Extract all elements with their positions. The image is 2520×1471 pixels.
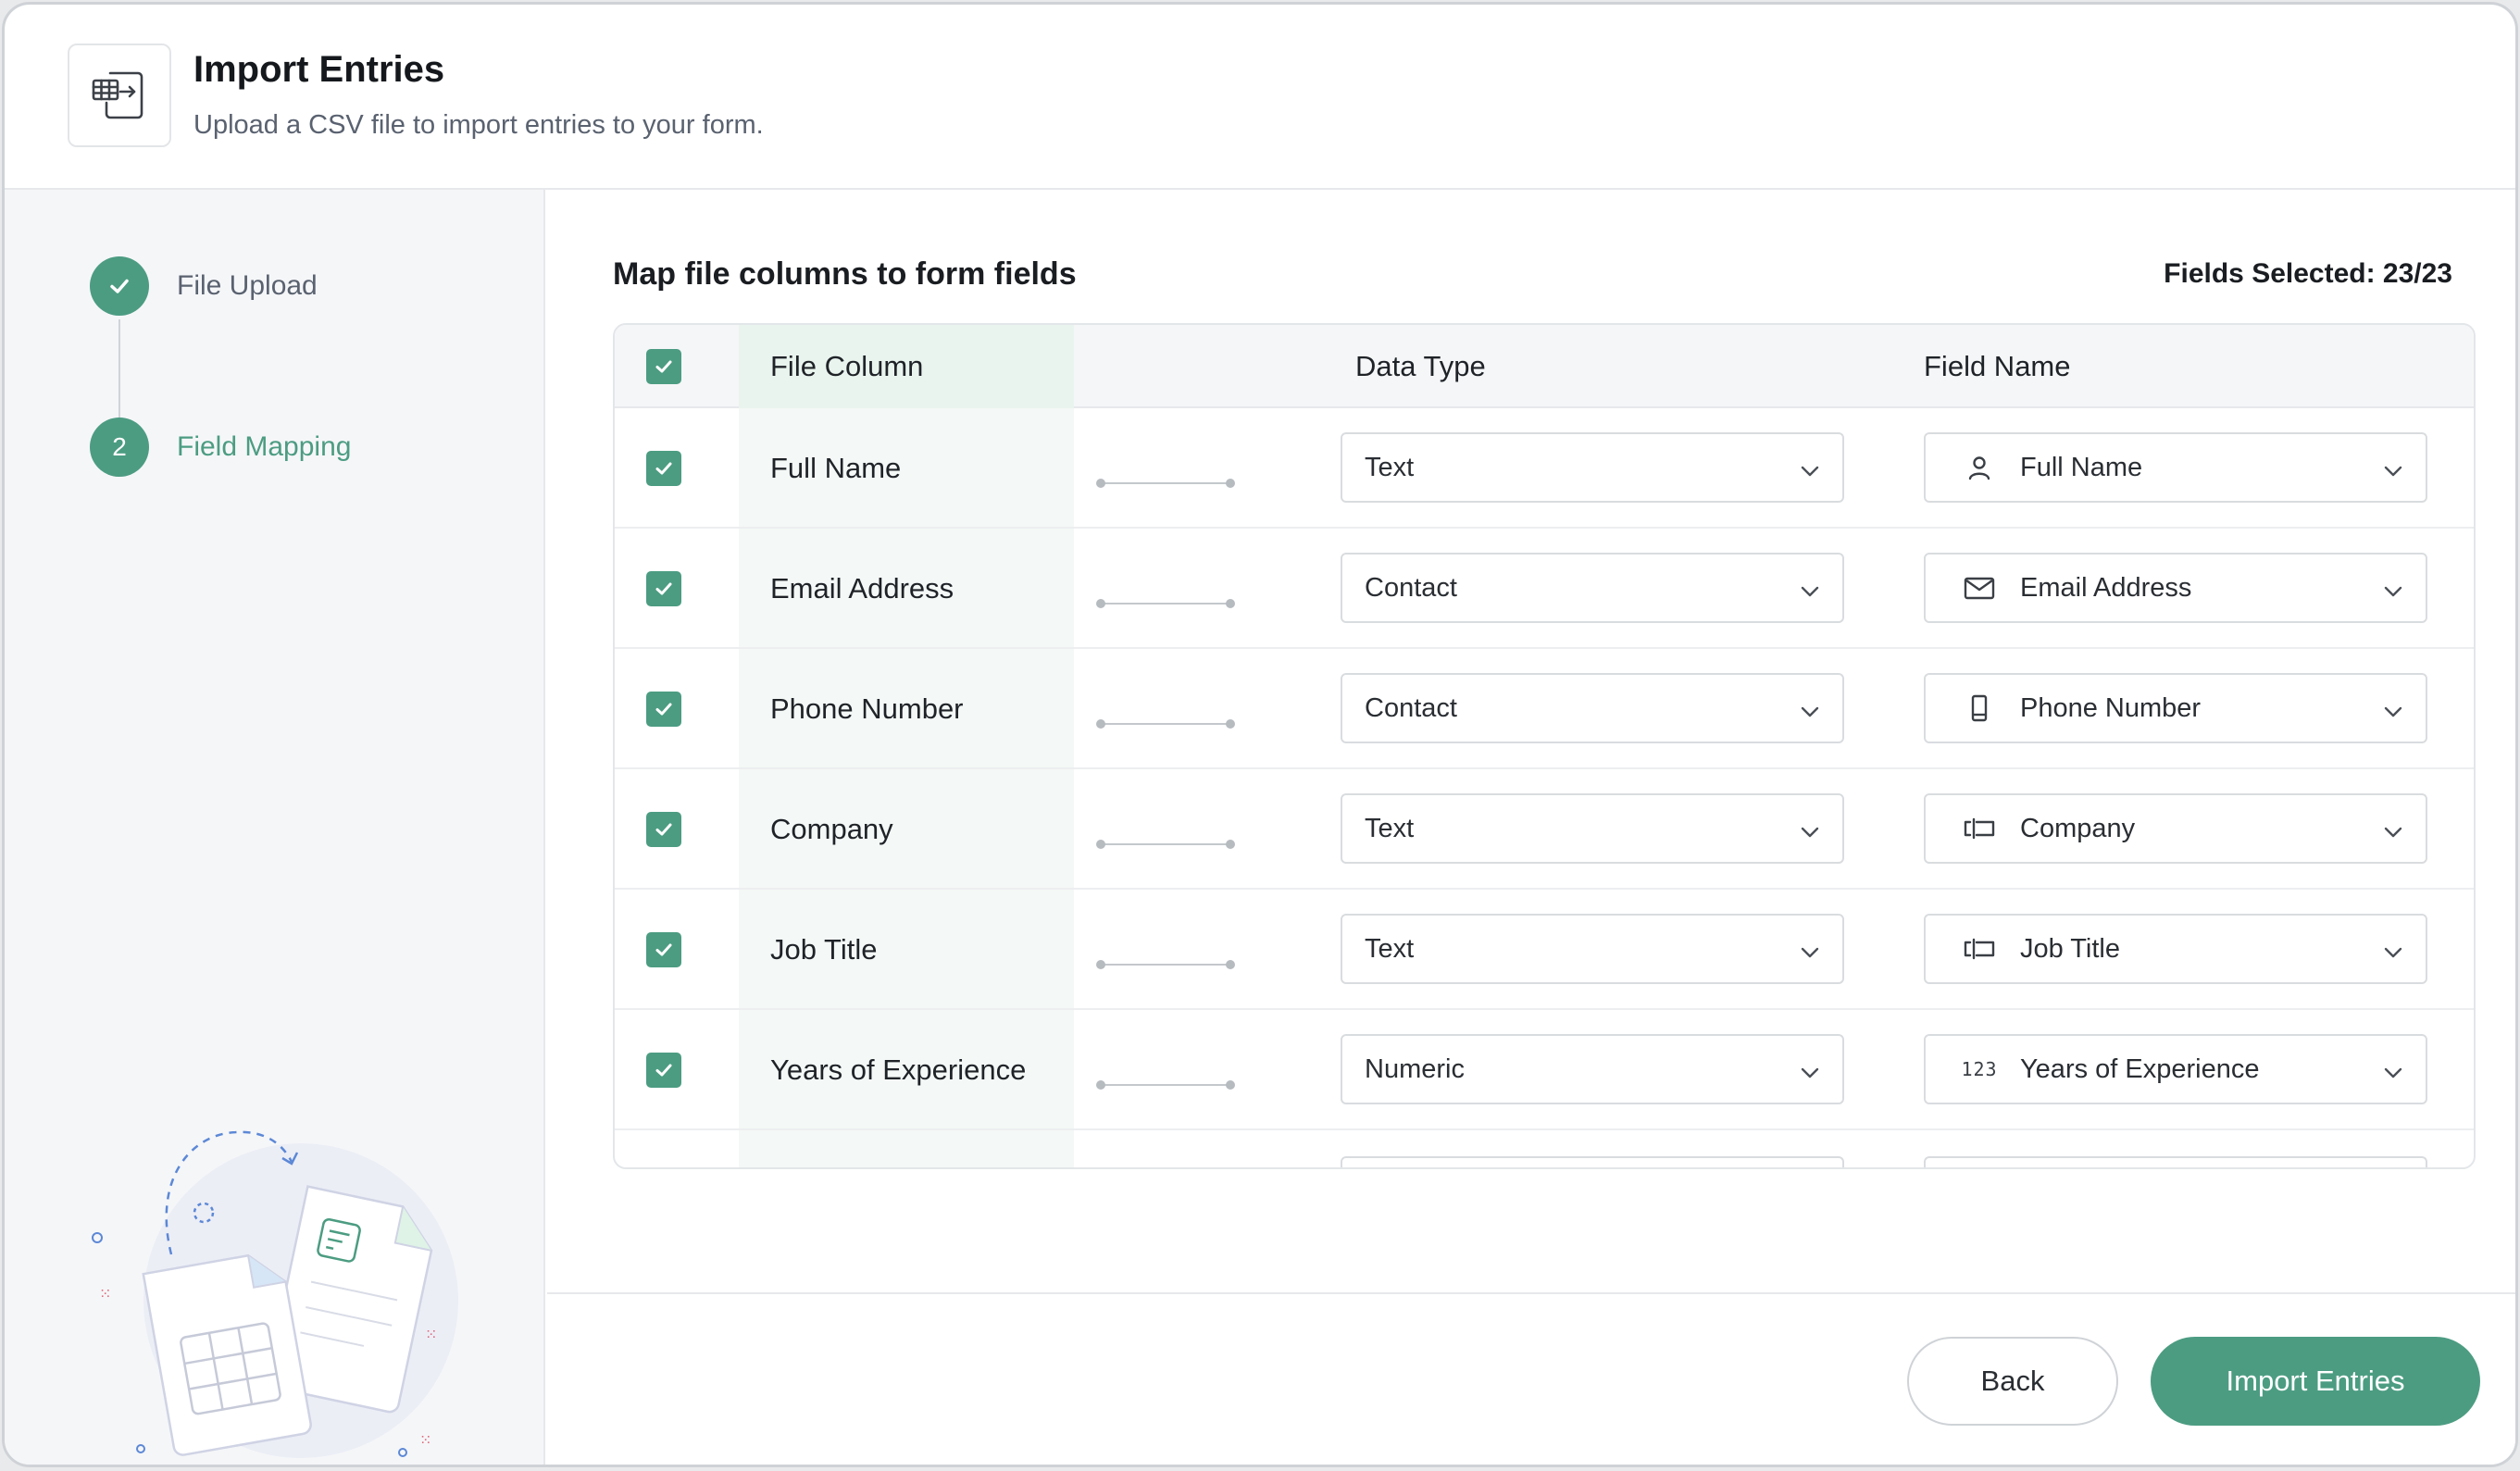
select-all-checkbox[interactable] [646,349,681,384]
chevron-down-icon [2383,699,2403,719]
column-header-field-name: Field Name [1924,350,2071,382]
data-type-value: Contact [1365,572,1457,603]
import-entries-window: Import Entries Upload a CSV file to impo… [2,2,2518,1467]
chevron-down-icon [2383,458,2403,479]
step-field-mapping[interactable]: 2 Field Mapping [90,418,351,477]
chevron-down-icon [1800,1060,1820,1080]
numeric-icon-label: 123 [1961,1058,1998,1080]
field-name-value: Email Address [2020,572,2192,603]
column-header-file-column: File Column [770,350,924,382]
field-name-value: Years of Experience [2020,1053,2260,1084]
chevron-down-icon [1800,458,1820,479]
field-name-select[interactable]: Full Name [1924,432,2427,503]
file-column-name: Email Address [770,572,954,605]
row-checkbox[interactable] [646,812,681,847]
mapping-connector [1096,840,1235,849]
page-subtitle: Upload a CSV file to import entries to y… [193,110,764,140]
mapping-connector [1096,1080,1235,1090]
mapping-connector [1096,719,1235,729]
steps-sidebar: File Upload 2 Field Mapping ⁙ ⁙ ⁙ [5,190,545,1465]
data-type-select[interactable]: Text [1341,914,1844,984]
data-type-value: Text [1365,933,1415,964]
field-name-select[interactable]: 123 Years of Experience [1924,1034,2427,1104]
row-checkbox[interactable] [646,692,681,727]
field-name-value: Phone Number [2020,692,2202,723]
chevron-down-icon [1800,940,1820,960]
data-type-select[interactable]: Numeric [1341,1034,1844,1104]
fields-selected-count: Fields Selected: 23/23 [2164,258,2452,289]
footer: Back Import Entries [547,1292,2515,1465]
file-column-name: Years of Experience [770,1053,1027,1086]
svg-text:⁙: ⁙ [425,1326,437,1343]
field-name-select[interactable]: Job Title [1924,914,2427,984]
chevron-down-icon [2383,940,2403,960]
import-illustration: ⁙ ⁙ ⁙ [79,1078,468,1465]
mapping-table: File Column Data Type Field Name Full Na… [613,323,2476,1169]
table-row: Company Text Company [615,769,2474,890]
table-row: Years of Experience Numeric 123 Years of… [615,1010,2474,1130]
svg-text:⁙: ⁙ [419,1431,431,1449]
row-checkbox[interactable] [646,451,681,486]
row-checkbox[interactable] [646,571,681,606]
field-name-select-partial[interactable] [1924,1156,2427,1167]
field-name-value: Job Title [2020,933,2120,964]
file-column-name: Company [770,813,893,845]
data-type-select[interactable]: Contact [1341,553,1844,623]
step-label: Field Mapping [177,431,352,462]
step-connector-line [119,319,120,430]
field-name-value: Company [2020,813,2136,843]
envelope-icon [1961,569,1998,606]
field-name-value: Full Name [2020,452,2143,482]
step-label: File Upload [177,270,318,301]
header: Import Entries Upload a CSV file to impo… [5,5,2515,190]
field-name-select[interactable]: Phone Number [1924,673,2427,743]
step-file-upload[interactable]: File Upload [90,256,318,316]
numeric-icon: 123 [1961,1051,1998,1088]
chevron-down-icon [1800,699,1820,719]
step-number: 2 [90,418,149,477]
table-row: Phone Number Contact Phone Number [615,649,2474,769]
field-name-select[interactable]: Company [1924,793,2427,864]
back-button[interactable]: Back [1907,1337,2118,1426]
section-title: Map file columns to form fields [613,256,1077,292]
data-type-select[interactable]: Contact [1341,673,1844,743]
table-row: Email Address Contact Email Address [615,529,2474,649]
data-type-select[interactable]: Text [1341,793,1844,864]
file-column-name: Full Name [770,452,902,484]
data-type-value: Text [1365,813,1415,843]
table-row: Job Title Text Job Title [615,890,2474,1010]
data-type-select-partial[interactable] [1341,1156,1844,1167]
chevron-down-icon [2383,579,2403,599]
data-type-value: Text [1365,452,1415,482]
field-name-select[interactable]: Email Address [1924,553,2427,623]
table-header: File Column Data Type Field Name [615,325,2474,408]
chevron-down-icon [1800,579,1820,599]
check-icon [90,256,149,316]
mapping-connector [1096,479,1235,488]
table-row: Full Name Text Full Name [615,408,2474,529]
row-checkbox[interactable] [646,1053,681,1088]
main-panel: Map file columns to form fields Fields S… [547,190,2515,1465]
data-type-value: Numeric [1365,1053,1465,1084]
chevron-down-icon [2383,1060,2403,1080]
page-title: Import Entries [193,49,445,90]
text-input-icon [1961,810,1998,847]
phone-icon [1961,690,1998,727]
file-column-name: Phone Number [770,692,964,725]
mapping-connector [1096,960,1235,969]
table-import-icon [68,44,171,147]
row-checkbox[interactable] [646,932,681,967]
chevron-down-icon [1800,819,1820,840]
file-column-name: Job Title [770,933,878,966]
chevron-down-icon [2383,819,2403,840]
data-type-select[interactable]: Text [1341,432,1844,503]
text-input-icon [1961,930,1998,967]
user-icon [1961,449,1998,486]
column-header-data-type: Data Type [1355,350,1486,382]
mapping-connector [1096,599,1235,608]
import-entries-button[interactable]: Import Entries [2151,1337,2480,1426]
svg-text:⁙: ⁙ [99,1285,111,1303]
data-type-value: Contact [1365,692,1457,723]
